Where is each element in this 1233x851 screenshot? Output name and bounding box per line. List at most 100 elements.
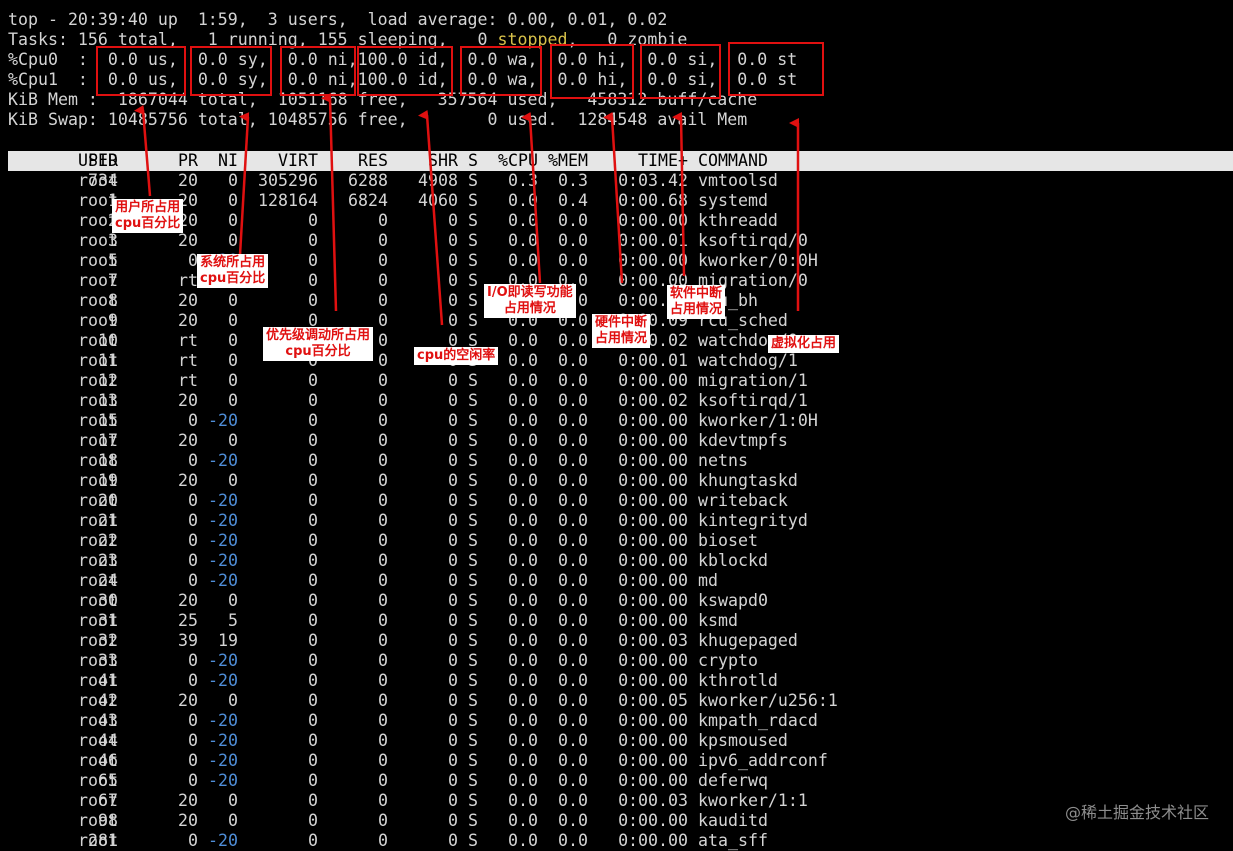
cell-shr: 0 [448,771,458,790]
table-row[interactable]: 8root200000S0.00.00:00.00rcu_bh [8,291,1233,311]
cell-command: kpsmoused [698,731,788,750]
table-row[interactable]: 18 root 0 -20 0 0 0 S 0.0 0.0 0:00.00 netns [8,451,1233,471]
table-row[interactable]: 2root200000S0.00.00:00.00kthreadd [8,211,1233,231]
cell-time: 0:00.00 [618,471,688,490]
cell-virt: 0 [308,431,318,450]
cell-user: root [78,651,118,670]
table-row[interactable]: 98 root 20 0 0 0 0 S 0.0 0.0 0:00.00 kauditd [8,811,1233,831]
cell-virt: 0 [308,711,318,730]
table-row[interactable]: 281 root 0 -20 0 0 0 S 0.0 0.0 0:00.00 ata_sff [8,831,1233,851]
cell-user: root [78,331,118,350]
cell-state: S [468,451,478,470]
cell-command: kswapd0 [698,591,768,610]
header-user[interactable]: USER [78,151,138,171]
table-row[interactable]: 15 root 0 -20 0 0 0 S 0.0 0.0 0:00.00 kworker/1:0H [8,411,1233,431]
table-row[interactable]: 5root0-20000S0.00.00:00.00kworker/0:0H [8,251,1233,271]
table-row[interactable]: 21 root 0 -20 0 0 0 S 0.0 0.0 0:00.00 kintegrityd [8,511,1233,531]
cell-shr: 0 [448,371,458,390]
cell-virt: 0 [308,451,318,470]
cell-command: netns [698,451,748,470]
table-row[interactable]: 43 root 0 -20 0 0 0 S 0.0 0.0 0:00.00 kmpath_rdacd [8,711,1233,731]
table-row[interactable]: 33 root 0 -20 0 0 0 S 0.0 0.0 0:00.00 crypto [8,651,1233,671]
cell-pr: 20 [178,791,198,810]
cell-command: kthreadd [698,211,778,230]
cell-mem: 0.0 [558,451,588,470]
header-mem[interactable]: %MEM [538,151,588,171]
cell-pr: 0 [188,751,198,770]
header-res[interactable]: RES [328,151,388,171]
cell-state: S [468,651,478,670]
cell-command: kworker/u256:1 [698,691,838,710]
cell-shr: 0 [448,611,458,630]
table-row[interactable]: 17 root 20 0 0 0 0 S 0.0 0.0 0:00.00 kdevtmpfs [8,431,1233,451]
header-command[interactable]: COMMAND [698,151,898,171]
table-row[interactable]: 12 root rt 0 0 0 0 S 0.0 0.0 0:00.00 migration/1 [8,371,1233,391]
table-row[interactable]: 19 root 20 0 0 0 0 S 0.0 0.0 0:00.00 khungtaskd [8,471,1233,491]
cell-shr: 0 [448,271,458,290]
table-row[interactable]: 65 root 0 -20 0 0 0 S 0.0 0.0 0:00.00 deferwq [8,771,1233,791]
header-state[interactable]: S [468,151,488,171]
table-row[interactable]: 31 root 25 5 0 0 0 S 0.0 0.0 0:00.00 ksmd [8,611,1233,631]
cell-command: systemd [698,191,768,210]
header-time[interactable]: TIME+ [598,151,688,171]
annotation-hi: 硬件中断 占用情况 [592,314,651,348]
cell-pr: 0 [188,651,198,670]
table-row[interactable]: 41 root 0 -20 0 0 0 S 0.0 0.0 0:00.00 kthrotld [8,671,1233,691]
table-row[interactable]: 32 root 39 19 0 0 0 S 0.0 0.0 0:00.03 khugepaged [8,631,1233,651]
cell-user: root [78,771,118,790]
cell-mem: 0.4 [558,191,588,210]
terminal-window[interactable]: top - 20:39:40 up 1:59, 3 users, load av… [0,0,1233,851]
cell-user: root [78,551,118,570]
cell-ni: -20 [208,651,238,670]
cell-shr: 0 [448,591,458,610]
cell-command: ata_sff [698,831,768,850]
cell-time: 0:00.00 [618,751,688,770]
cell-mem: 0.0 [558,631,588,650]
cell-user: root [78,431,118,450]
table-row[interactable]: 42 root 20 0 0 0 0 S 0.0 0.0 0:00.05 kworker/u256:1 [8,691,1233,711]
cell-state: S [468,171,478,190]
cell-virt: 0 [308,291,318,310]
cell-time: 0:00.00 [618,591,688,610]
header-pr[interactable]: PR [158,151,198,171]
cell-ni: 0 [228,371,238,390]
cell-pr: 0 [188,251,198,270]
cell-shr: 0 [448,411,458,430]
header-cpu[interactable]: %CPU [488,151,538,171]
table-row[interactable]: 11rootrt0000S0.00.00:00.01watchdog/1 [8,351,1233,371]
cell-shr: 0 [448,311,458,330]
cell-pr: rt [178,371,198,390]
table-row[interactable]: 734 root 20 0 305296 6288 4908 S 0.3 0.3 0:03.42 vm… [8,171,1233,191]
cell-command: vmtoolsd [698,171,778,190]
table-row[interactable]: 30 root 20 0 0 0 0 S 0.0 0.0 0:00.00 kswapd0 [8,591,1233,611]
cell-user: root [78,251,118,270]
cell-pr: 20 [178,171,198,190]
cell-time: 0:00.00 [618,771,688,790]
cell-command: khugepaged [698,631,798,650]
cell-time: 0:00.05 [618,691,688,710]
cell-user: root [78,611,118,630]
header-virt[interactable]: VIRT [248,151,318,171]
cell-user: root [78,571,118,590]
table-row[interactable]: 13 root 20 0 0 0 0 S 0.0 0.0 0:00.02 ksoftirqd/1 [8,391,1233,411]
header-ni[interactable]: NI [198,151,238,171]
cell-shr: 0 [448,251,458,270]
header-shr[interactable]: SHR [398,151,458,171]
cell-state: S [468,731,478,750]
table-row[interactable]: 44 root 0 -20 0 0 0 S 0.0 0.0 0:00.00 kpsmoused [8,731,1233,751]
cell-mem: 0.0 [558,471,588,490]
cell-user: root [78,691,118,710]
table-row[interactable]: 20 root 0 -20 0 0 0 S 0.0 0.0 0:00.00 writeback [8,491,1233,511]
table-row[interactable]: 23 root 0 -20 0 0 0 S 0.0 0.0 0:00.00 kblockd [8,551,1233,571]
table-row[interactable]: 3 root 20 0 0 0 0 S 0.0 0.0 0:00.01 ksoftirqd/0 [8,231,1233,251]
cell-virt: 128164 [258,191,318,210]
cell-ni: -20 [208,511,238,530]
table-row[interactable]: 22 root 0 -20 0 0 0 S 0.0 0.0 0:00.00 bioset [8,531,1233,551]
cell-user: root [78,371,118,390]
table-row[interactable]: 67 root 20 0 0 0 0 S 0.0 0.0 0:00.03 kworker/1:1 [8,791,1233,811]
table-row[interactable]: 1root20012816468244060S0.00.40:00.68syst… [8,191,1233,211]
table-row[interactable]: 46 root 0 -20 0 0 0 S 0.0 0.0 0:00.00 ipv6_addrconf [8,751,1233,771]
table-row[interactable]: 7rootrt0000S0.00.00:00.00migration/0 [8,271,1233,291]
cell-mem: 0.0 [558,611,588,630]
table-row[interactable]: 24 root 0 -20 0 0 0 S 0.0 0.0 0:00.00 md [8,571,1233,591]
